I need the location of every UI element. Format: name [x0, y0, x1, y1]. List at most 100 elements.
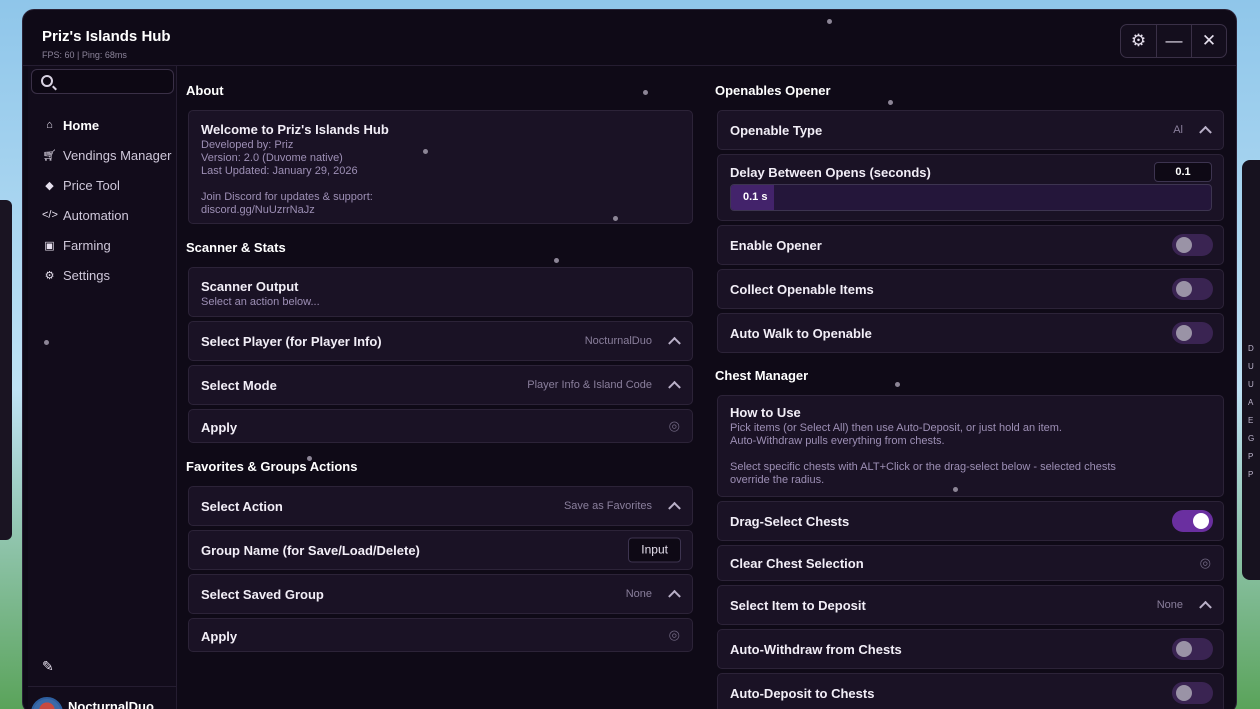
- edit-icon[interactable]: ✎: [42, 658, 54, 675]
- sidebar-item-label: Farming: [63, 237, 111, 253]
- openable-type-label: Openable Type: [730, 123, 823, 138]
- particle: [888, 100, 893, 105]
- enable-opener-label: Enable Opener: [730, 238, 822, 253]
- minimize-button[interactable]: —: [1156, 25, 1191, 57]
- username: NocturnalDuo: [68, 699, 154, 709]
- openable-type-dropdown[interactable]: Openable Type Al: [717, 110, 1224, 150]
- sidebar-item-vendings-manager[interactable]: 🛒︎ Vendings Manager: [28, 140, 177, 170]
- gear-icon: ⚙: [1130, 31, 1147, 50]
- select-mode-value: Player Info & Island Code: [527, 379, 652, 391]
- favorites-apply-button[interactable]: Apply ◎: [188, 618, 693, 652]
- enable-opener-row: Enable Opener: [717, 225, 1224, 265]
- saved-group-value: None: [625, 588, 652, 600]
- collect-openable-label: Collect Openable Items: [730, 282, 874, 297]
- sidebar-item-home[interactable]: ⌂ Home: [28, 110, 177, 140]
- scanner-heading: Scanner & Stats: [186, 240, 286, 255]
- particle: [613, 216, 618, 221]
- how-to-use-card: How to Use Pick items (or Select All) th…: [717, 395, 1224, 497]
- auto-deposit-row: Auto-Deposit to Chests: [717, 673, 1224, 709]
- sidebar-item-label: Price Tool: [63, 177, 120, 193]
- search-icon: [41, 75, 53, 87]
- auto-walk-toggle[interactable]: [1172, 322, 1213, 344]
- chevron-up-icon: [668, 336, 681, 350]
- select-mode-dropdown[interactable]: Select Mode Player Info & Island Code: [188, 365, 693, 405]
- apply-label: Apply: [201, 629, 238, 644]
- how-to-use-title: How to Use: [730, 405, 801, 420]
- auto-withdraw-toggle[interactable]: [1172, 638, 1213, 660]
- select-action-dropdown[interactable]: Select Action Save as Favorites: [188, 486, 693, 526]
- fps-ping-stats: FPS: 60 | Ping: 68ms: [42, 50, 127, 60]
- select-player-dropdown[interactable]: Select Player (for Player Info) Nocturna…: [188, 321, 693, 361]
- enable-opener-toggle[interactable]: [1172, 234, 1213, 256]
- clear-chest-selection-button[interactable]: Clear Chest Selection ◎: [717, 545, 1224, 581]
- select-mode-label: Select Mode: [201, 378, 277, 393]
- delay-value-box[interactable]: 0.1: [1154, 162, 1212, 182]
- collect-openable-toggle[interactable]: [1172, 278, 1213, 300]
- close-icon: ✕: [1201, 31, 1217, 50]
- search-input[interactable]: [60, 73, 170, 91]
- chevron-up-icon: [668, 501, 681, 515]
- particle: [827, 19, 832, 24]
- close-button[interactable]: ✕: [1191, 25, 1226, 57]
- home-icon: ⌂: [46, 119, 53, 131]
- auto-walk-label: Auto Walk to Openable: [730, 326, 872, 341]
- search-box[interactable]: [31, 69, 174, 94]
- sidebar-item-label: Home: [63, 117, 100, 133]
- chest-manager-heading: Chest Manager: [715, 368, 809, 383]
- how-to-use-line: Auto-Withdraw pulls everything from ches…: [730, 435, 945, 447]
- delay-slider-text: 0.1 s: [743, 191, 768, 203]
- particle: [643, 90, 648, 95]
- favorites-heading: Favorites & Groups Actions: [186, 459, 358, 474]
- group-name-label: Group Name (for Save/Load/Delete): [201, 543, 420, 558]
- hub-window: Priz's Islands Hub FPS: 60 | Ping: 68ms …: [22, 9, 1237, 709]
- chevron-up-icon: [1199, 600, 1212, 614]
- group-name-row: Group Name (for Save/Load/Delete) Input: [188, 530, 693, 570]
- auto-withdraw-label: Auto-Withdraw from Chests: [730, 642, 902, 657]
- settings-button[interactable]: ⚙: [1121, 25, 1156, 57]
- sidebar-nav: ⌂ Home 🛒︎ Vendings Manager ◆ Price Tool …: [28, 110, 177, 290]
- delay-label: Delay Between Opens (seconds): [730, 165, 931, 180]
- how-to-use-line: Pick items (or Select All) then use Auto…: [730, 422, 1062, 434]
- gear-icon: ⚙: [44, 269, 55, 282]
- scanner-output-text: Select an action below...: [201, 296, 320, 308]
- fingerprint-icon: ◎: [668, 418, 680, 433]
- auto-withdraw-row: Auto-Withdraw from Chests: [717, 629, 1224, 669]
- chevron-up-icon: [1199, 125, 1212, 139]
- particle: [423, 149, 428, 154]
- sidebar-item-automation[interactable]: </> Automation: [28, 200, 177, 230]
- saved-group-dropdown[interactable]: Select Saved Group None: [188, 574, 693, 614]
- sidebar-item-label: Settings: [63, 267, 110, 283]
- auto-deposit-toggle[interactable]: [1172, 682, 1213, 704]
- about-discord-link[interactable]: discord.gg/NuUzrrNaJz: [201, 204, 315, 217]
- title-bar[interactable]: Priz's Islands Hub FPS: 60 | Ping: 68ms …: [23, 10, 1236, 66]
- drag-select-row: Drag-Select Chests: [717, 501, 1224, 541]
- about-version: Version: 2.0 (Duvome native): [201, 152, 343, 164]
- sidebar: ⌂ Home 🛒︎ Vendings Manager ◆ Price Tool …: [28, 66, 177, 709]
- minus-icon: —: [1165, 31, 1183, 50]
- window-title: Priz's Islands Hub: [42, 28, 171, 45]
- sidebar-item-settings[interactable]: ⚙ Settings: [28, 260, 177, 290]
- avatar: [31, 697, 63, 709]
- sidebar-item-price-tool[interactable]: ◆ Price Tool: [28, 170, 177, 200]
- select-action-value: Save as Favorites: [563, 500, 652, 512]
- delay-slider[interactable]: 0.1 s: [730, 184, 1212, 211]
- scanner-apply-button[interactable]: Apply ◎: [188, 409, 693, 443]
- how-to-use-line: Select specific chests with ALT+Click or…: [730, 461, 1116, 473]
- collect-openable-row: Collect Openable Items: [717, 269, 1224, 309]
- particle: [44, 340, 49, 345]
- deposit-item-dropdown[interactable]: Select Item to Deposit None: [717, 585, 1224, 625]
- fingerprint-icon: ◎: [668, 627, 680, 642]
- openables-heading: Openables Opener: [715, 83, 831, 98]
- about-developer: Developed by: Priz: [201, 139, 294, 151]
- openable-type-value: Al: [1173, 124, 1183, 136]
- drag-select-label: Drag-Select Chests: [730, 514, 850, 529]
- group-name-input[interactable]: Input: [628, 537, 681, 563]
- user-profile: NocturnalDuo: [28, 686, 177, 709]
- select-player-value: NocturnalDuo: [584, 335, 652, 347]
- sidebar-item-farming[interactable]: ▣ Farming: [28, 230, 177, 260]
- cart-icon: 🛒︎: [42, 149, 57, 162]
- drag-select-toggle[interactable]: [1172, 510, 1213, 532]
- deposit-item-value: None: [1156, 599, 1183, 611]
- about-discord-text: Join Discord for updates & support:: [201, 191, 373, 203]
- window-controls: ⚙ — ✕: [1120, 24, 1227, 58]
